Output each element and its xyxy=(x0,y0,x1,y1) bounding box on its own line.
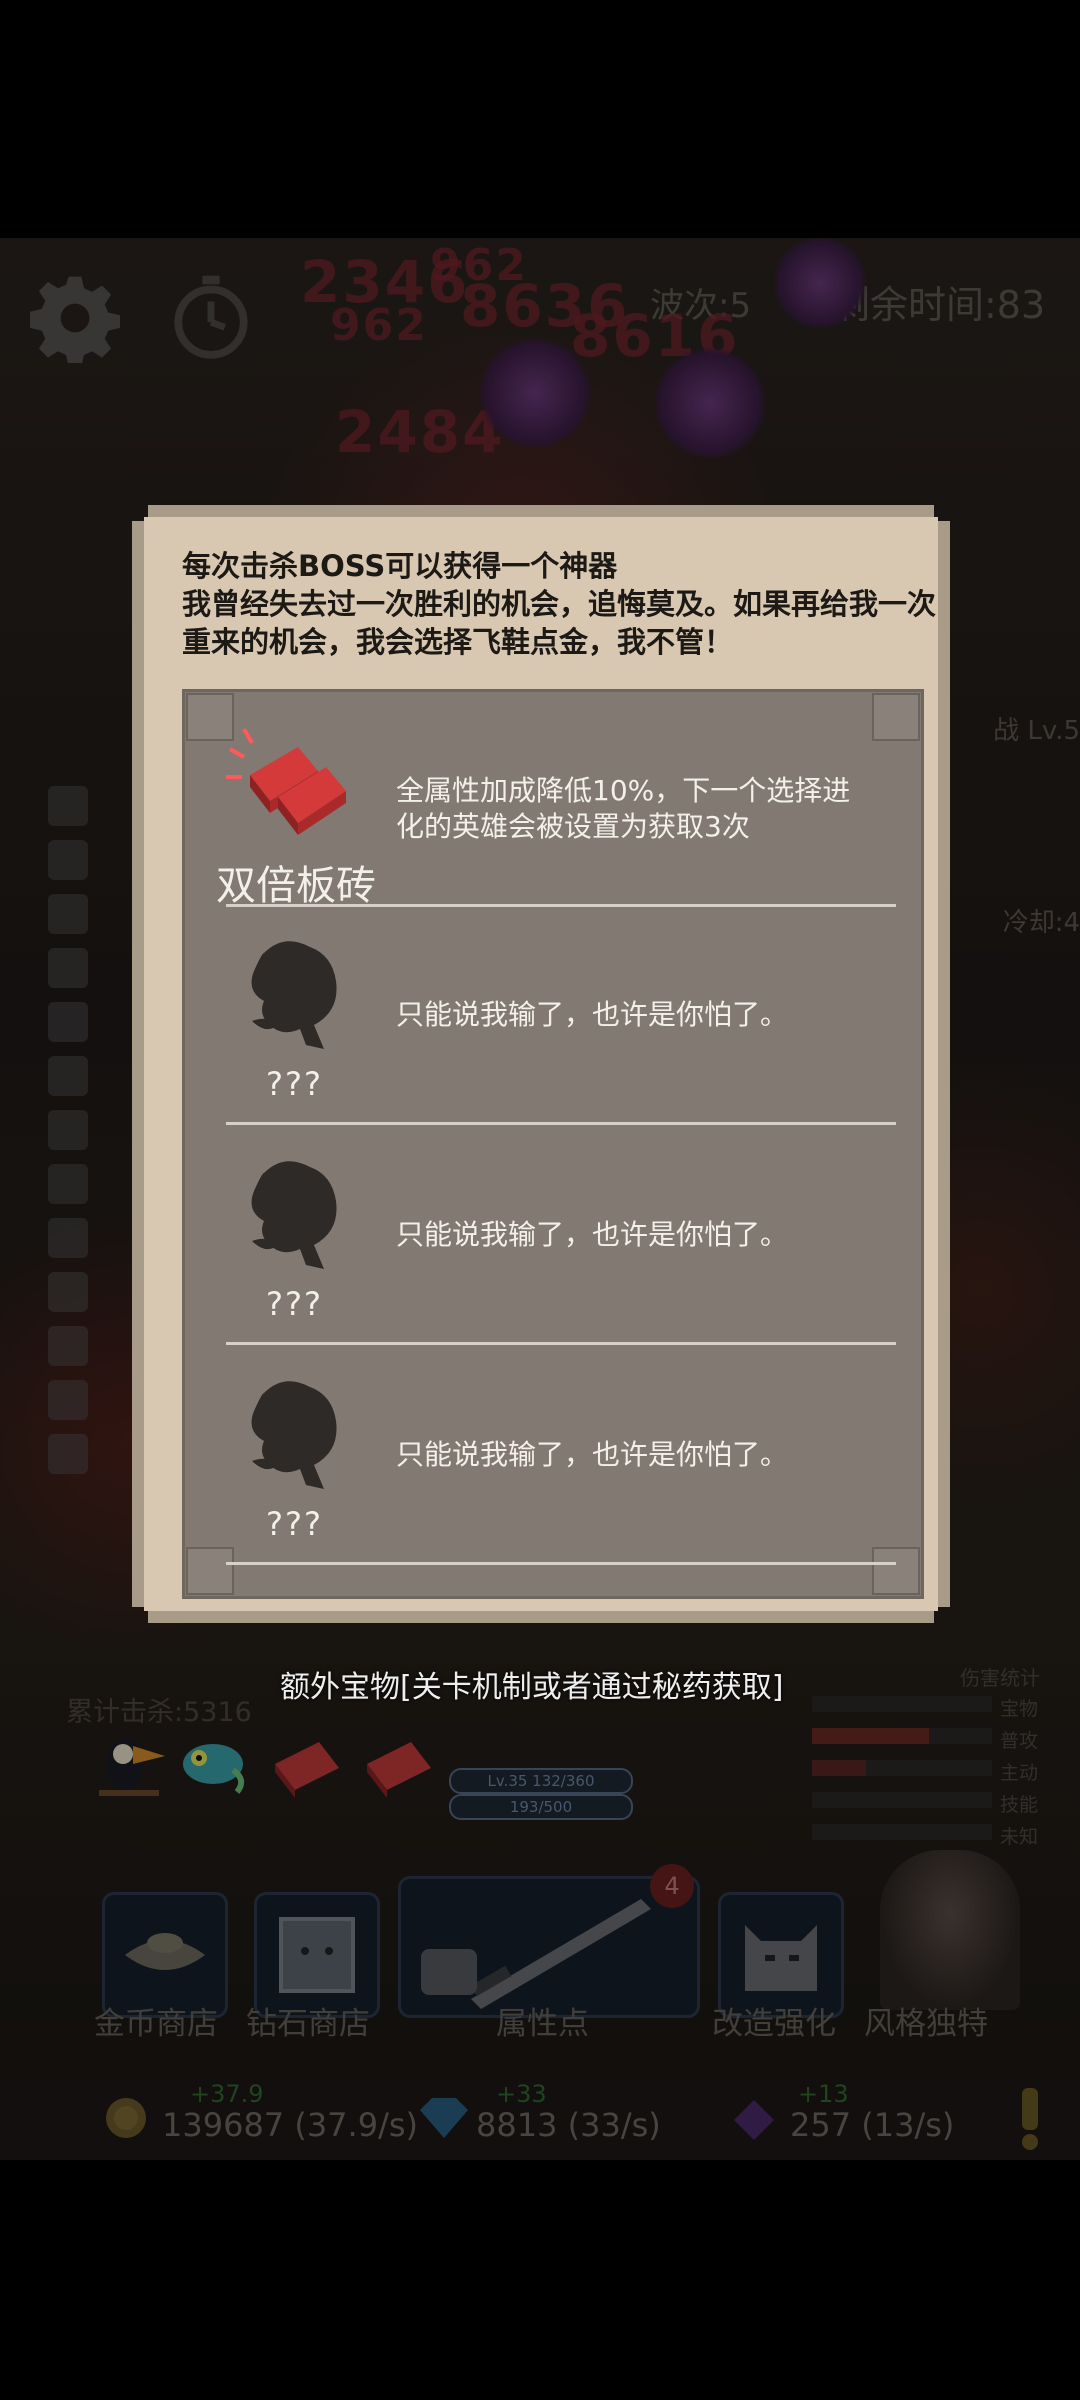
artifact-name: ??? xyxy=(266,1065,323,1103)
extra-treasure-caption: 额外宝物[关卡机制或者通过秘药获取] xyxy=(280,1670,784,1705)
artifact-item[interactable]: ??? 只能说我输了，也许是你怕了。 xyxy=(226,1347,896,1565)
artifact-dialog: 每次击杀BOSS可以获得一个神器 我曾经失去过一次胜利的机会，追悔莫及。如果再给… xyxy=(132,505,950,1623)
artifact-description: 只能说我输了，也许是你怕了。 xyxy=(396,1218,789,1251)
locked-artifact-icon xyxy=(234,933,354,1063)
dialog-body: 每次击杀BOSS可以获得一个神器 我曾经失去过一次胜利的机会，追悔莫及。如果再给… xyxy=(144,517,938,1611)
artifact-item[interactable]: ??? 只能说我输了，也许是你怕了。 xyxy=(226,907,896,1125)
artifact-name: 双倍板砖 xyxy=(216,863,376,909)
artifact-name: ??? xyxy=(266,1285,323,1323)
divider xyxy=(226,1122,896,1125)
artifact-name: ??? xyxy=(266,1505,323,1543)
dialog-intro: 每次击杀BOSS可以获得一个神器 我曾经失去过一次胜利的机会，追悔莫及。如果再给… xyxy=(182,547,942,661)
intro-line: 每次击杀BOSS可以获得一个神器 xyxy=(182,549,618,583)
divider xyxy=(226,1342,896,1345)
artifact-description: 只能说我输了，也许是你怕了。 xyxy=(396,1438,789,1471)
locked-artifact-icon xyxy=(234,1153,354,1283)
locked-artifact-icon xyxy=(234,1373,354,1503)
intro-line: 我曾经失去过一次胜利的机会，追悔莫及。如果再给我一次重来的机会，我会选择飞鞋点金… xyxy=(182,587,937,659)
artifact-description: 全属性加成降低10%，下一个选择进化的英雄会被设置为获取3次 xyxy=(396,774,851,843)
artifact-list: 双倍板砖 全属性加成降低10%，下一个选择进化的英雄会被设置为获取3次 ??? … xyxy=(182,689,924,1599)
artifact-item[interactable]: ??? 只能说我输了，也许是你怕了。 xyxy=(226,1127,896,1345)
divider xyxy=(226,1562,896,1565)
double-brick-icon xyxy=(226,727,366,857)
artifact-description: 只能说我输了，也许是你怕了。 xyxy=(396,998,789,1031)
artifact-item[interactable]: 双倍板砖 全属性加成降低10%，下一个选择进化的英雄会被设置为获取3次 xyxy=(216,689,896,909)
